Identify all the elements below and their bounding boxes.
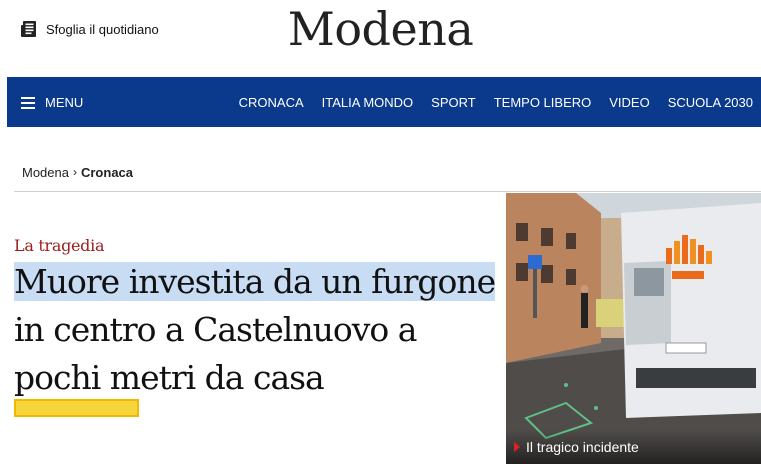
headline-line-2: in centro a Castelnuovo a bbox=[14, 310, 417, 349]
nav-link-scuola-2030[interactable]: SCUOLA 2030 bbox=[668, 95, 753, 110]
street-scene-illustration bbox=[506, 193, 761, 464]
menu-label: MENU bbox=[45, 94, 84, 110]
main-nav: MENU CRONACA ITALIA MONDO SPORT TEMPO LI… bbox=[7, 77, 761, 127]
play-triangle-icon bbox=[514, 442, 520, 452]
yellow-highlight-marker bbox=[14, 399, 139, 417]
article-kicker: La tragedia bbox=[14, 236, 105, 255]
nav-links: CRONACA ITALIA MONDO SPORT TEMPO LIBERO … bbox=[239, 77, 753, 127]
nav-link-italia-mondo[interactable]: ITALIA MONDO bbox=[322, 95, 414, 110]
article-headline[interactable]: Muore investita da un furgone in centro … bbox=[14, 258, 496, 402]
image-caption-text: Il tragico incidente bbox=[526, 439, 639, 455]
article-image[interactable] bbox=[506, 193, 761, 464]
top-bar: Sfoglia il quotidiano Modena bbox=[0, 0, 761, 76]
chevron-right-icon: › bbox=[72, 165, 77, 179]
headline-line-1-text: Muore investita da un furgone bbox=[14, 262, 496, 301]
nav-link-tempo-libero[interactable]: TEMPO LIBERO bbox=[494, 95, 592, 110]
nav-link-video[interactable]: VIDEO bbox=[609, 95, 649, 110]
divider bbox=[14, 191, 761, 192]
nav-link-sport[interactable]: SPORT bbox=[431, 95, 476, 110]
image-caption: Il tragico incidente bbox=[506, 430, 761, 464]
page: Sfoglia il quotidiano Modena MENU CRONAC… bbox=[0, 0, 761, 464]
nav-link-cronaca[interactable]: CRONACA bbox=[239, 95, 304, 110]
breadcrumb: Modena › Cronaca bbox=[22, 162, 133, 182]
site-logo[interactable]: Modena bbox=[0, 2, 761, 56]
hamburger-icon bbox=[21, 96, 35, 109]
menu-button[interactable]: MENU bbox=[21, 77, 83, 127]
headline-line-1: Muore investita da un furgone bbox=[14, 258, 496, 306]
breadcrumb-cronaca[interactable]: Cronaca bbox=[81, 165, 133, 180]
breadcrumb-modena[interactable]: Modena bbox=[22, 165, 69, 180]
headline-line-3: pochi metri da casa bbox=[14, 358, 325, 397]
